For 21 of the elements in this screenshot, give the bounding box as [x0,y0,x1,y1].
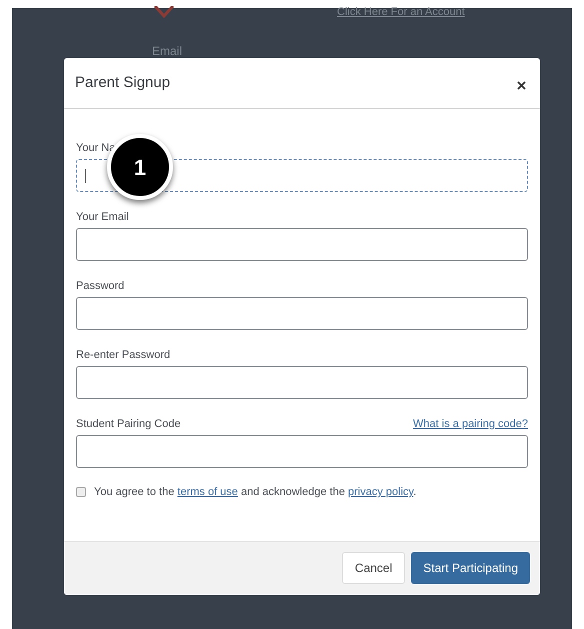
close-icon[interactable] [517,80,526,90]
cancel-button[interactable]: Cancel [342,552,406,584]
agreement-text: You agree to the terms of use and acknowledge the privacy policy. [94,485,416,500]
policy-link[interactable]: privacy policy [348,486,414,498]
field-label: Password [76,278,124,294]
input-field[interactable] [76,366,528,399]
field-label: Student Pairing Code [76,416,181,432]
input-field[interactable] [76,228,528,261]
field-label: Re-enter Password [76,348,170,362]
input-field[interactable] [76,435,528,468]
text-cursor-icon [85,168,86,182]
input-field[interactable] [76,297,528,330]
account-link[interactable]: Click Here For an Account [337,4,465,20]
field-label: Your Email [76,210,129,224]
dialog-title: Parent Signup [75,72,170,93]
logo-icon [153,6,175,18]
agree-checkbox[interactable] [76,487,86,498]
start-button[interactable]: Start Participating [411,552,530,584]
policy-link[interactable]: terms of use [177,486,238,498]
help-link[interactable]: What is a pairing code? [413,416,528,432]
email-label: Email [152,43,182,60]
